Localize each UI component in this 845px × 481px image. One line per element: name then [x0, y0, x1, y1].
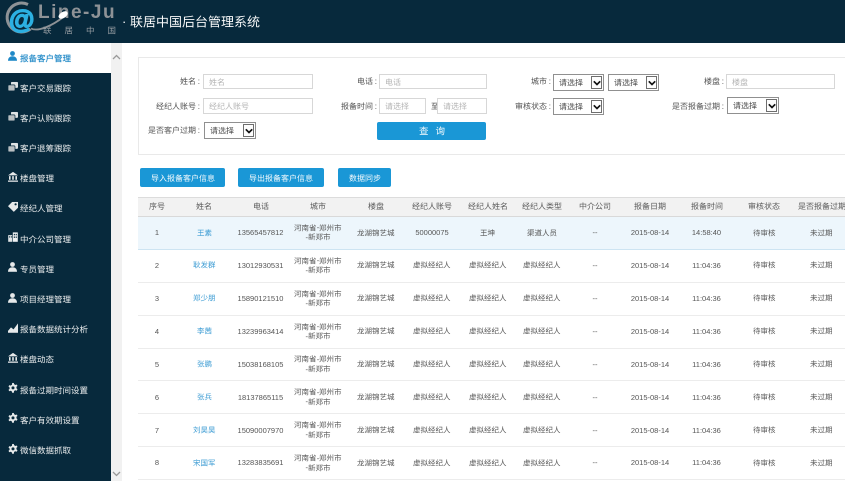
svg-text:@: @ [9, 4, 34, 34]
